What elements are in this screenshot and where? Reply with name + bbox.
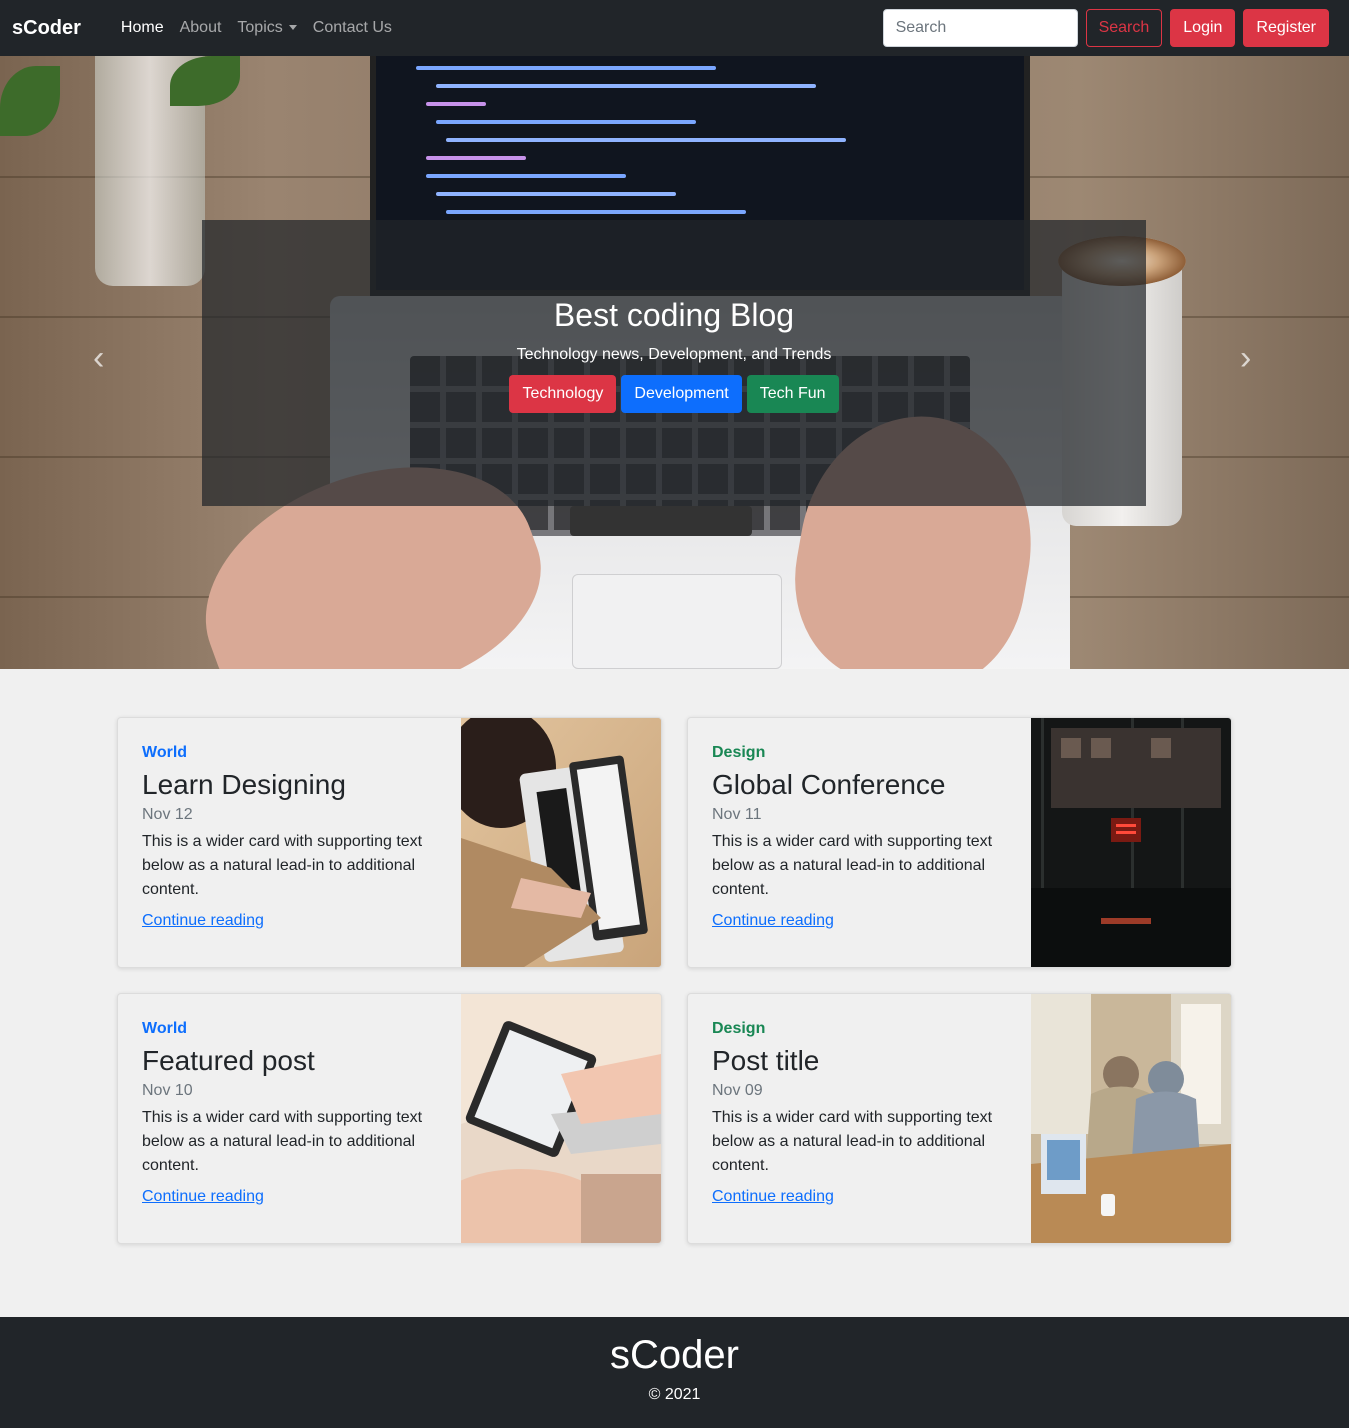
card-thumbnail-night-window — [1031, 718, 1231, 967]
tech-fun-button[interactable]: Tech Fun — [746, 375, 839, 413]
navbar: sCoder Home About Topics Contact Us Sear… — [0, 0, 1349, 56]
search-input[interactable] — [882, 9, 1078, 47]
hero-title: Best coding Blog — [553, 297, 795, 333]
card-category: World — [142, 744, 188, 761]
footer-copyright: © 2021 — [648, 1386, 701, 1403]
card-date: Nov 12 — [142, 806, 193, 823]
search-form: Search Login Register — [882, 9, 1329, 47]
post-card: World Featured post Nov 10 This is a wid… — [117, 993, 662, 1244]
continue-reading-link[interactable]: Continue reading — [142, 912, 264, 930]
card-thumbnail-laptop-top-view — [461, 718, 661, 967]
development-button[interactable]: Development — [621, 375, 742, 413]
post-card: World Learn Designing Nov 12 This is a w… — [117, 717, 662, 968]
card-thumbnail-laptop-lap — [461, 994, 661, 1243]
search-button[interactable]: Search — [1085, 9, 1163, 47]
card-title: Global Conference — [712, 769, 946, 800]
chevron-left-icon[interactable]: ‹ — [93, 341, 107, 375]
card-text: This is a wider card with supporting tex… — [142, 1109, 423, 1174]
register-button[interactable]: Register — [1243, 9, 1329, 47]
card-category: World — [142, 1020, 188, 1037]
continue-reading-link[interactable]: Continue reading — [712, 912, 834, 930]
footer-brand: sCoder — [610, 1333, 739, 1377]
trackpad — [572, 574, 782, 669]
caret-down-icon — [288, 25, 297, 31]
post-card: Design Post title Nov 09 This is a wider… — [687, 993, 1232, 1244]
card-title: Post title — [712, 1045, 820, 1076]
carousel-caption: Best coding Blog Technology news, Develo… — [202, 220, 1146, 506]
card-thumbnail-office-meeting — [1031, 994, 1231, 1243]
card-body: World Featured post Nov 10 This is a wid… — [142, 1020, 442, 1206]
nav-link-about[interactable]: About — [180, 19, 222, 37]
card-date: Nov 10 — [142, 1082, 193, 1099]
card-category: Design — [712, 1020, 766, 1037]
nav-link-contact[interactable]: Contact Us — [313, 19, 392, 37]
chevron-right-icon[interactable]: › — [1240, 341, 1254, 375]
brand-logo[interactable]: sCoder — [12, 17, 81, 40]
technology-button[interactable]: Technology — [509, 375, 617, 413]
card-category: Design — [712, 744, 766, 761]
nav-links: Home About Topics Contact Us — [121, 19, 392, 37]
card-text: This is a wider card with supporting tex… — [712, 1109, 993, 1174]
hero-buttons: Technology Development Tech Fun — [202, 375, 1146, 413]
card-body: Design Global Conference Nov 11 This is … — [712, 744, 1012, 930]
card-text: This is a wider card with supporting tex… — [142, 833, 423, 898]
footer: sCoder © 2021 — [0, 1317, 1349, 1428]
card-body: Design Post title Nov 09 This is a wider… — [712, 1020, 1012, 1206]
card-text: This is a wider card with supporting tex… — [712, 833, 993, 898]
continue-reading-link[interactable]: Continue reading — [712, 1188, 834, 1206]
login-button[interactable]: Login — [1170, 9, 1236, 47]
card-title: Learn Designing — [142, 769, 346, 800]
card-date: Nov 09 — [712, 1082, 763, 1099]
nav-link-home[interactable]: Home — [121, 19, 164, 37]
continue-reading-link[interactable]: Continue reading — [142, 1188, 264, 1206]
hero-subtitle: Technology news, Development, and Trends — [516, 346, 832, 363]
hero-carousel: Best coding Blog Technology news, Develo… — [0, 56, 1349, 669]
spacebar — [570, 506, 752, 536]
nav-link-topics-label: Topics — [237, 19, 283, 36]
post-card: Design Global Conference Nov 11 This is … — [687, 717, 1232, 968]
nav-link-topics[interactable]: Topics — [237, 19, 297, 37]
card-title: Featured post — [142, 1045, 315, 1076]
leaf-shape — [0, 66, 60, 136]
card-body: World Learn Designing Nov 12 This is a w… — [142, 744, 442, 930]
card-date: Nov 11 — [712, 806, 762, 823]
